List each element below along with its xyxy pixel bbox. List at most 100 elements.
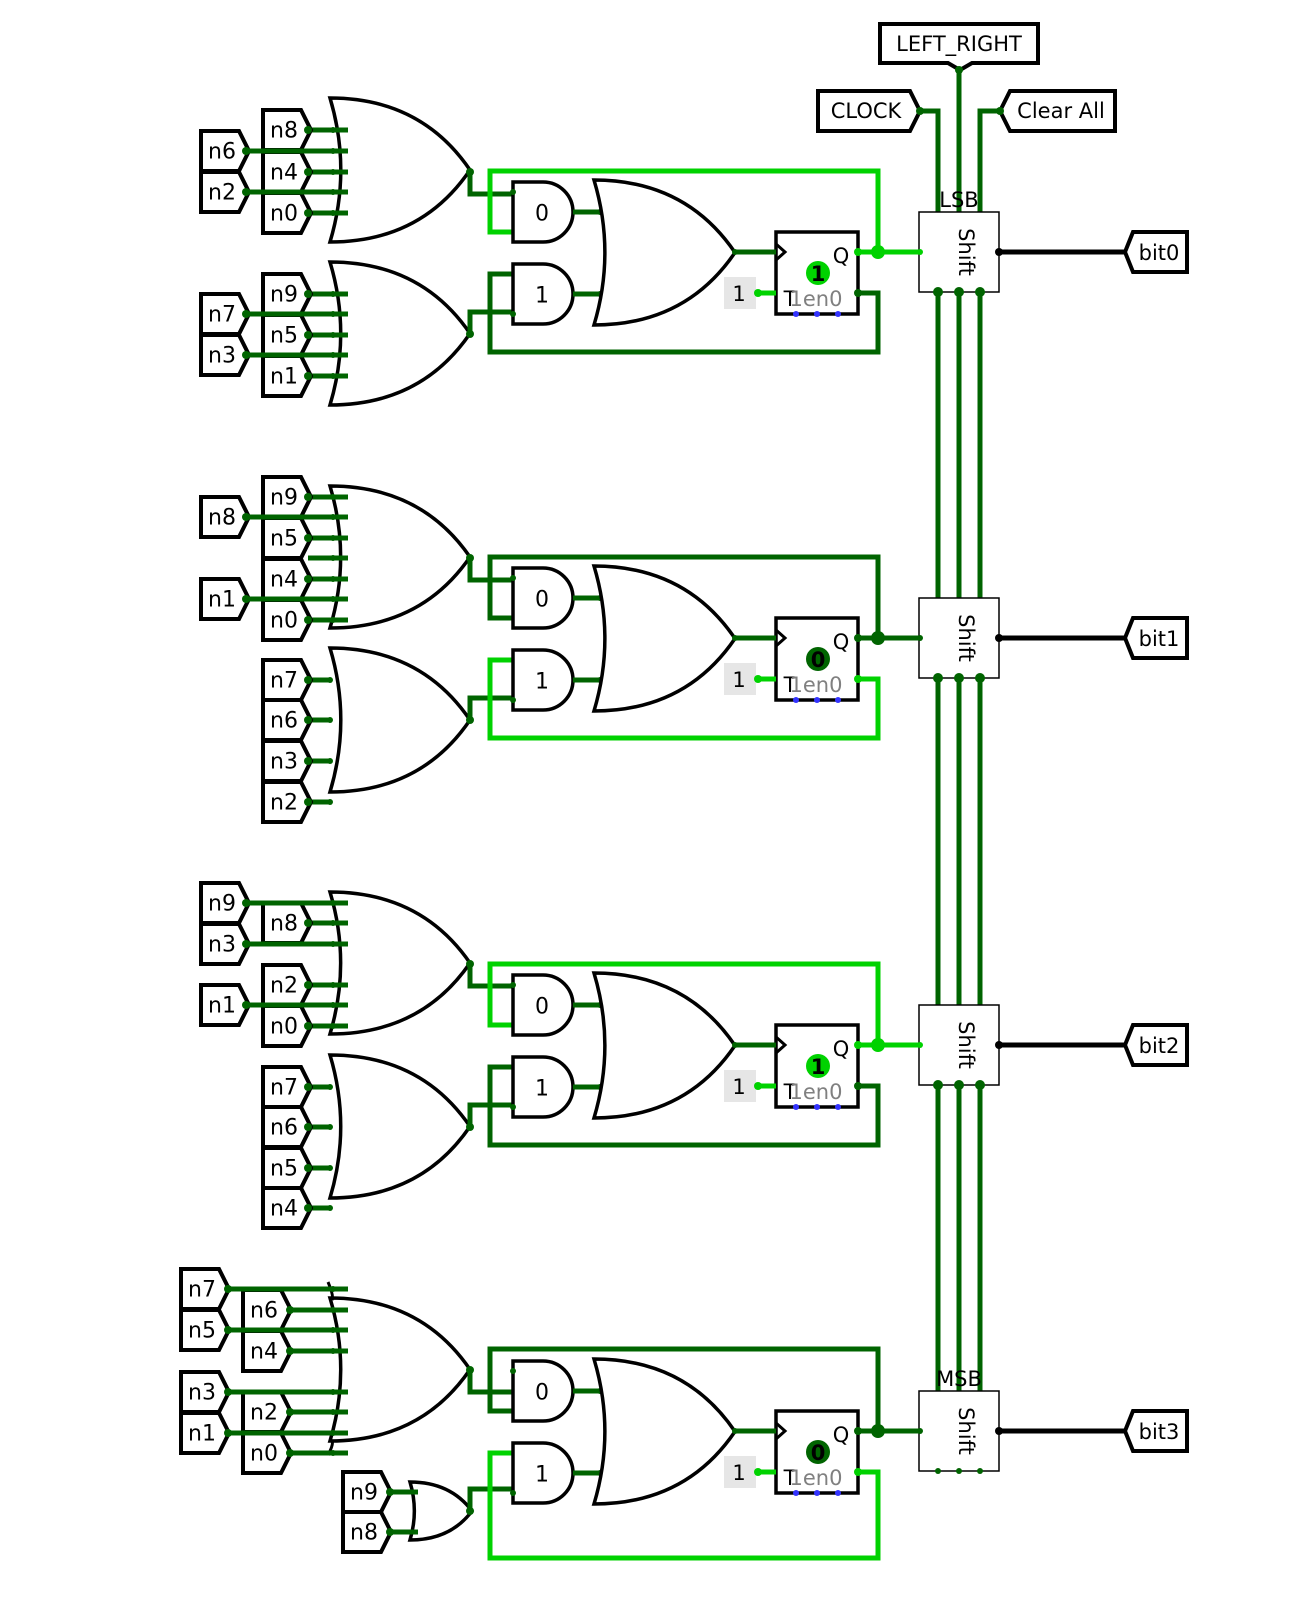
wire-junction [304, 534, 312, 542]
input-pin-n7[interactable]: n7 [179, 1267, 232, 1311]
pin-label: n8 [208, 506, 236, 531]
input-pin-n9[interactable]: n9 [261, 272, 314, 316]
wire-junction [304, 331, 312, 339]
wire-junction [330, 189, 336, 195]
output-pin-bit1[interactable]: bit1 [1122, 616, 1189, 660]
input-pin-n5[interactable]: n5 [179, 1308, 232, 1352]
wire-junction [330, 535, 336, 541]
input-pin-n3[interactable]: n3 [261, 739, 314, 783]
input-pin-n4[interactable]: n4 [261, 150, 314, 194]
wire-junction [304, 493, 312, 501]
wire-junction [242, 940, 250, 948]
input-pin-n1[interactable]: n1 [179, 1411, 232, 1455]
shift-register[interactable]: Shift [918, 597, 1000, 679]
input-pin-n6[interactable]: n6 [241, 1288, 294, 1332]
wire-junction [327, 1124, 333, 1130]
wire-junction [242, 899, 250, 907]
shift-register[interactable]: Shift MSB [918, 1367, 1000, 1472]
input-pin-n4[interactable]: n4 [241, 1329, 294, 1373]
pin-label: n6 [208, 140, 236, 165]
wire [977, 108, 1000, 212]
input-pin-n9[interactable]: n9 [341, 1470, 394, 1514]
input-pin-n6[interactable]: n6 [261, 698, 314, 742]
pin-label: n5 [188, 1319, 216, 1344]
output-pin-bit2[interactable]: bit2 [1122, 1023, 1189, 1067]
input-pin-n8[interactable]: n8 [341, 1510, 394, 1554]
pin-label: n5 [270, 527, 298, 552]
and-gate: 1 [511, 648, 575, 712]
wire-junction [286, 1347, 294, 1355]
q-label: Q [833, 1037, 850, 1061]
wire-junction [327, 677, 333, 683]
left-right-input[interactable]: LEFT_RIGHT [878, 22, 1040, 73]
shift-register[interactable]: Shift [918, 1004, 1000, 1086]
output-pin-bit0[interactable]: bit0 [1122, 230, 1189, 274]
wire-junction [854, 675, 862, 683]
input-pin-n4[interactable]: n4 [261, 1186, 314, 1230]
input-pin-n0[interactable]: n0 [241, 1431, 294, 1475]
t-flipflop[interactable]: Q1T1en0 [774, 230, 860, 317]
q-label: Q [833, 1423, 850, 1447]
input-pin-n2[interactable]: n2 [261, 963, 314, 1007]
input-pin-n8[interactable]: n8 [261, 901, 314, 945]
pin-label: n7 [208, 303, 236, 328]
wire-junction [304, 616, 312, 624]
input-pin-n3[interactable]: n3 [179, 1370, 232, 1414]
wire-junction [916, 107, 924, 115]
wire-junction [304, 716, 312, 724]
input-pin-n6[interactable]: n6 [199, 129, 252, 173]
input-pin-n3[interactable]: n3 [199, 922, 252, 966]
input-pin-n5[interactable]: n5 [261, 1146, 314, 1190]
input-pin-n2[interactable]: n2 [241, 1390, 294, 1434]
pin-label: n5 [270, 324, 298, 349]
input-pin-n1[interactable]: n1 [261, 354, 314, 398]
input-pin-n9[interactable]: n9 [261, 475, 314, 519]
wire-junction [304, 290, 312, 298]
constant-value: 1 [732, 282, 745, 306]
input-pin-n8[interactable]: n8 [261, 108, 314, 152]
input-pin-n9[interactable]: n9 [199, 881, 252, 925]
output-pin-bit3[interactable]: bit3 [1122, 1409, 1189, 1453]
wire-junction [933, 1080, 943, 1090]
pin-label: n1 [188, 1422, 216, 1447]
input-pin-n1[interactable]: n1 [199, 577, 252, 621]
t-flipflop[interactable]: Q0T1en0 [774, 616, 860, 703]
input-pin-n0[interactable]: n0 [261, 598, 314, 642]
msb-label: MSB [936, 1367, 982, 1391]
input-pin-n1[interactable]: n1 [199, 983, 252, 1027]
pin-label: n7 [270, 1076, 298, 1101]
input-pin-n2[interactable]: n2 [261, 780, 314, 824]
input-pin-n0[interactable]: n0 [261, 1004, 314, 1048]
wire-junction [330, 1409, 336, 1415]
wire-junction [224, 1326, 232, 1334]
input-pin-n5[interactable]: n5 [261, 313, 314, 357]
wire-junction [917, 635, 923, 641]
clear-all-input[interactable]: Clear All [997, 89, 1117, 133]
input-pin-n7[interactable]: n7 [261, 1065, 314, 1109]
wire-junction [327, 1165, 333, 1171]
input-pin-n8[interactable]: n8 [199, 495, 252, 539]
shift-register[interactable]: Shift LSB [918, 188, 1000, 293]
input-pin-n2[interactable]: n2 [199, 170, 252, 214]
input-pin-n0[interactable]: n0 [261, 191, 314, 235]
t-flipflop[interactable]: Q1T1en0 [774, 1023, 860, 1110]
input-pin-n7[interactable]: n7 [199, 292, 252, 336]
pin-label: n6 [270, 1116, 298, 1141]
and-gate: 0 [511, 180, 575, 244]
input-pin-n6[interactable]: n6 [261, 1105, 314, 1149]
t-flipflop[interactable]: Q0T1en0 [774, 1409, 860, 1496]
clock-input[interactable]: CLOCK [816, 89, 923, 133]
state-value: 0 [811, 648, 826, 672]
pin-label: n2 [208, 181, 236, 206]
wire-junction [330, 352, 336, 358]
output-label: bit1 [1139, 627, 1180, 651]
wire-junction [871, 631, 885, 645]
wire-junction [242, 147, 250, 155]
input-pin-n4[interactable]: n4 [261, 557, 314, 601]
input-pin-n7[interactable]: n7 [261, 658, 314, 702]
input-pin-n3[interactable]: n3 [199, 333, 252, 377]
pin-dot [835, 1104, 841, 1110]
pin-dot [835, 697, 841, 703]
pin-label: n0 [250, 1442, 278, 1467]
input-pin-n5[interactable]: n5 [261, 516, 314, 560]
